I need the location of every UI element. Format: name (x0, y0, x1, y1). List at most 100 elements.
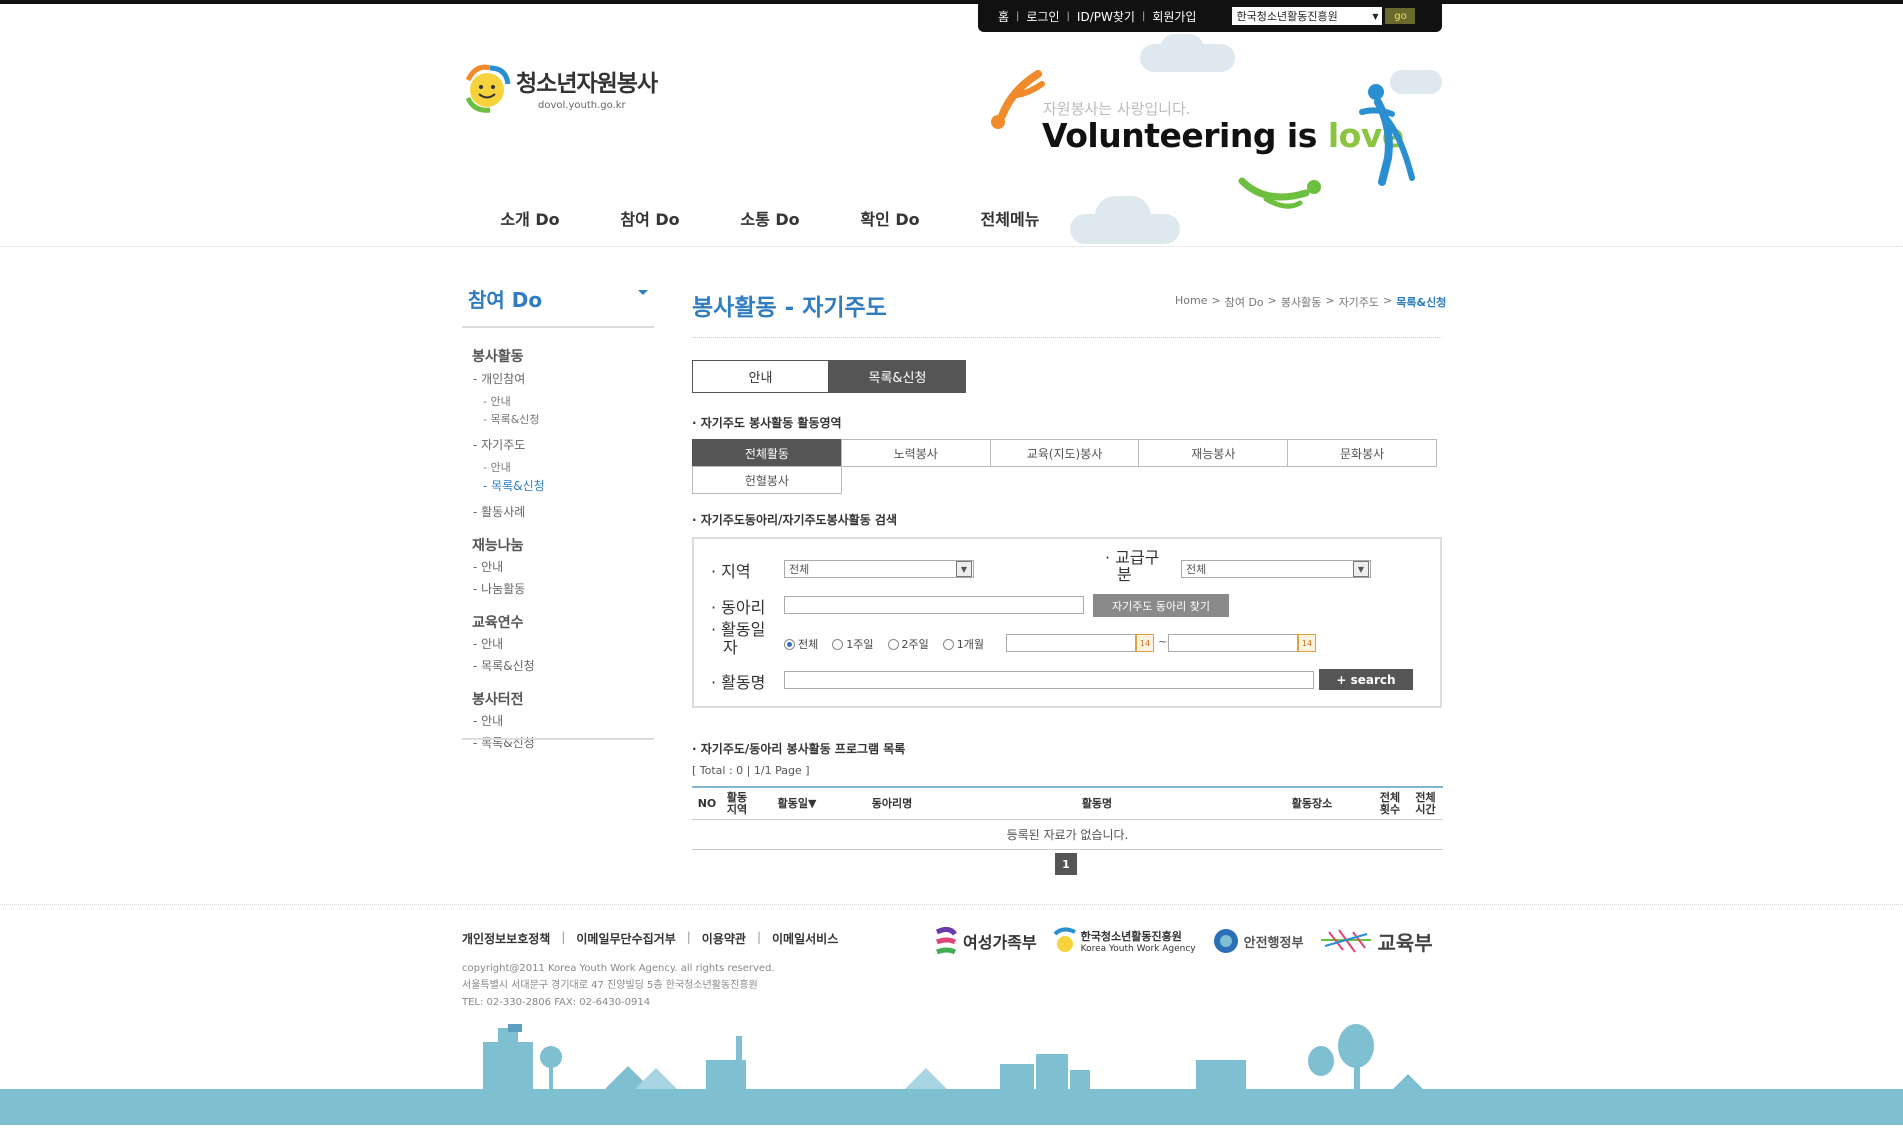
divider (462, 738, 654, 740)
site-logo[interactable]: 청소년자원봉사 dovol.youth.go.kr (462, 60, 658, 114)
club-input[interactable] (784, 596, 1084, 614)
breadcrumb-home[interactable]: Home (1175, 294, 1207, 310)
tree-trunk (1354, 1064, 1360, 1090)
area-talent[interactable]: 재능봉사 (1138, 439, 1289, 467)
sidebar-item-site-list[interactable]: - 목록&신청 (472, 734, 545, 751)
sidebar-item-personal-guide[interactable]: - 안내 (472, 393, 545, 409)
area-blood-donation[interactable]: 헌혈봉사 (692, 466, 842, 494)
logo-title: 청소년자원봉사 (516, 70, 658, 97)
moe-logo[interactable]: 교육부 (1319, 926, 1433, 956)
area-labor[interactable]: 노력봉사 (840, 439, 991, 467)
breadcrumb-current: 목록&신청 (1396, 296, 1447, 309)
period-1month-radio[interactable]: 1개월 (942, 636, 984, 652)
sidebar-item-self-guide[interactable]: - 안내 (472, 459, 545, 475)
sidebar-item-training-list[interactable]: - 목록&신청 (472, 657, 545, 674)
sidebar-item-personal-list[interactable]: - 목록&신청 (472, 411, 545, 427)
calendar-icon[interactable]: 14 (1298, 634, 1316, 652)
banner-slogan: Volunteering is love (1042, 116, 1404, 155)
volunteer-figure-icon (1238, 177, 1321, 209)
sidebar-item-self-list[interactable]: - 목록&신청 (472, 477, 545, 494)
sidebar-group-site[interactable]: 봉사터전 (472, 689, 545, 709)
kywa-logo[interactable]: 한국청소년활동진흥원 Korea Youth Work Agency (1053, 926, 1196, 956)
go-button[interactable]: go (1385, 8, 1416, 24)
calendar-icon[interactable]: 14 (1136, 634, 1154, 652)
join-link[interactable]: 회원가입 (1152, 8, 1196, 25)
find-idpw-link[interactable]: ID/PW찾기 (1077, 8, 1135, 25)
sidebar-item-self-directed[interactable]: - 자기주도 (472, 436, 545, 453)
activity-name-input[interactable] (784, 671, 1314, 689)
section-title-list: · 자기주도/동아리 봉사활동 프로그램 목록 (692, 742, 906, 756)
logo-icon (465, 64, 511, 113)
nav-item-participate[interactable]: 참여 Do (590, 206, 710, 230)
email-refusal-link[interactable]: 이메일무단수집거부 (576, 930, 675, 947)
sidebar-item-cases[interactable]: - 활동사례 (472, 503, 545, 520)
privacy-policy-link[interactable]: 개인정보보호정책 (462, 930, 550, 947)
sidebar-item-personal[interactable]: - 개인참여 (472, 370, 545, 387)
nav-item-communicate[interactable]: 소통 Do (710, 206, 830, 230)
tab-list-apply[interactable]: 목록&신청 (829, 360, 966, 393)
mogef-logo[interactable]: 여성가족부 (933, 926, 1037, 956)
sidebar-title[interactable]: 참여 Do (468, 284, 542, 313)
breadcrumb-volunteer[interactable]: 봉사활동 (1281, 294, 1321, 310)
top-line (0, 0, 1903, 4)
period-1week-radio[interactable]: 1주일 (832, 636, 874, 652)
house-icon (1070, 1070, 1090, 1090)
login-link[interactable]: 로그인 (1026, 8, 1059, 25)
school-level-select[interactable]: 전체 ▼ (1181, 560, 1371, 578)
sidebar-group-training[interactable]: 교육연수 (472, 612, 545, 632)
sidebar-group-talent[interactable]: 재능나눔 (472, 535, 545, 555)
section-title-search: · 자기주도동아리/자기주도봉사활동 검색 (692, 513, 897, 527)
mountain-icon (1392, 1074, 1424, 1090)
nav-item-intro[interactable]: 소개 Do (470, 206, 590, 230)
terms-link[interactable]: 이용약관 (702, 930, 746, 947)
col-no: NO (697, 796, 717, 810)
breadcrumb-self-directed[interactable]: 자기주도 (1339, 294, 1379, 310)
sidebar-item-talent-guide[interactable]: - 안내 (472, 558, 545, 575)
chevron-down-icon[interactable] (638, 290, 648, 295)
house-icon (1196, 1060, 1246, 1090)
period-all-radio[interactable]: 전체 (784, 636, 818, 652)
sidebar-nav: 봉사활동 - 개인참여 - 안내 - 목록&신청 - 자기주도 - 안내 - 목… (472, 346, 545, 751)
divider (462, 326, 654, 328)
period-2week-radio[interactable]: 2주일 (887, 636, 929, 652)
breadcrumb-participate[interactable]: 참여 Do (1225, 294, 1264, 310)
mountain-icon (904, 1068, 948, 1090)
club-label: · 동아리 (711, 598, 766, 617)
tree-icon (1338, 1024, 1374, 1068)
tab-guide[interactable]: 안내 (692, 360, 829, 393)
sidebar-item-talent-activity[interactable]: - 나눔활동 (472, 580, 545, 597)
logo-url: dovol.youth.go.kr (538, 99, 626, 111)
nav-item-check[interactable]: 확인 Do (830, 206, 950, 230)
flag-icon (508, 1024, 522, 1032)
footer-info: copyright@2011 Korea Youth Work Agency. … (462, 960, 775, 1011)
area-education[interactable]: 교육(지도)봉사 (989, 439, 1140, 467)
breadcrumb-separator: > (1211, 294, 1221, 307)
end-date-input[interactable] (1168, 634, 1298, 652)
site-select[interactable]: 한국청소년활동진흥원 ▼ (1232, 7, 1383, 25)
utility-bar: 홈 | 로그인 | ID/PW찾기 | 회원가입 한국청소년활동진흥원 ▼ go (978, 0, 1442, 32)
tree-trunk (549, 1066, 553, 1090)
area-all[interactable]: 전체활동 (692, 439, 842, 467)
sidebar-item-training-guide[interactable]: - 안내 (472, 635, 545, 652)
mopas-logo[interactable]: 안전행정부 (1212, 927, 1303, 955)
area-culture[interactable]: 문화봉사 (1287, 439, 1437, 467)
home-link[interactable]: 홈 (998, 8, 1009, 25)
region-label: · 지역 (711, 562, 751, 581)
search-button[interactable]: + search (1319, 669, 1413, 690)
house-icon (1036, 1054, 1068, 1090)
sidebar-group-volunteer[interactable]: 봉사활동 (472, 346, 545, 366)
find-club-button[interactable]: 자기주도 동아리 찾기 (1093, 594, 1229, 617)
sidebar-item-site-guide[interactable]: - 안내 (472, 712, 545, 729)
ground-strip (0, 1089, 1903, 1125)
col-date[interactable]: 활동일▼ (752, 797, 842, 810)
footer-links: 개인정보보호정책 | 이메일무단수집거부 | 이용약관 | 이메일서비스 (462, 930, 839, 947)
address-text: 서울특별시 서대문구 경기대로 47 진양빌딩 5층 한국청소년활동진흥원 (462, 980, 758, 991)
page-1-button[interactable]: 1 (1055, 853, 1077, 875)
start-date-input[interactable] (1006, 634, 1136, 652)
email-service-link[interactable]: 이메일서비스 (772, 930, 838, 947)
copyright-text: copyright@2011 Korea Youth Work Agency. … (462, 963, 775, 974)
col-club: 동아리명 (871, 796, 913, 810)
volunteer-figure-icon (1359, 84, 1415, 186)
nav-item-all-menu[interactable]: 전체메뉴 (950, 206, 1070, 230)
region-select[interactable]: 전체 ▼ (784, 560, 974, 578)
